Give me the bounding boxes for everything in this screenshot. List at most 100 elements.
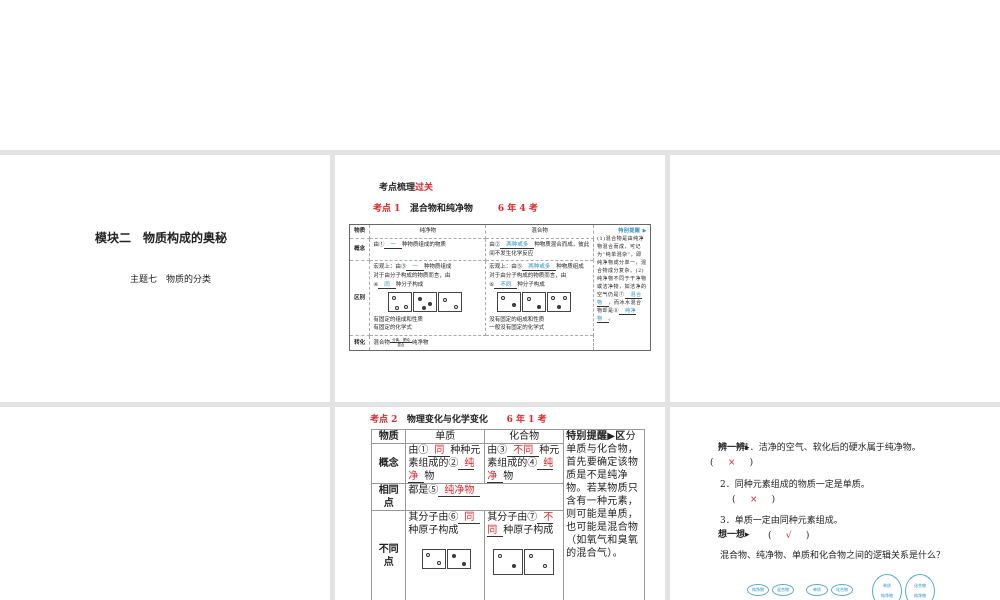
slide2-row-diff-mix-l2: 对于由分子构成的物质而言，由 (489, 273, 567, 280)
slide5-point-title: 物理变化与化学变化 (406, 415, 488, 425)
slide6-diagram-2: 单质 (806, 584, 828, 596)
slide2-row-concept-mix-blank: 两种或多 (500, 241, 535, 249)
slide2-row-diff-pure-l4: 有固定的组成和性质 (373, 316, 423, 323)
slide2-section: 考点梳理 (379, 183, 416, 193)
slide5-diff-comp-pre: 其分子由⑦ (487, 512, 538, 523)
slide2-row-diff-pure-l1-pre: 宏观上：由③ (373, 264, 407, 271)
slide2-row-convert-right: 纯净物 (411, 340, 429, 347)
molecule-diagrams (373, 290, 482, 316)
slide5-headers-1: 单质 (405, 429, 486, 444)
slide6-diagram-7: 纯净物 (914, 593, 926, 598)
slide5-same-blank: 纯净物 (438, 485, 481, 497)
point-heading: 考点 2 物理变化与化学变化 6 年 1 考 (370, 412, 547, 425)
slide2-row-diff-mix-l4: 没有固定的组成和性质 (489, 316, 545, 323)
slide2-row-diff-mix-l3-post: 种分子构成 (517, 281, 545, 288)
section-heading: 考点梳理过关 (379, 180, 433, 193)
slide2-section-red: 过关 (415, 183, 434, 193)
slide2-row-diff-pure-l5: 有固定的化学式 (373, 325, 412, 332)
slide5-headers-0: 物质 (370, 429, 407, 444)
slide5-single-post: 物 (424, 471, 435, 482)
slide2-row-diff-mix-l1-blank: 两种或多 (522, 264, 557, 272)
answer-3: ( √ ) (768, 531, 810, 541)
slide2-tip-end: 。 (608, 316, 615, 322)
slide2-row-diff-mix-l1-post: 种物质组成 (556, 264, 584, 271)
slide6-a1: × (727, 458, 736, 468)
slide6-diagram-3: 化合物 (831, 584, 853, 596)
slide2-point-title: 混合物和纯净物 (409, 204, 473, 214)
slide6-diagram-0: 纯净物 (747, 584, 769, 596)
slide-thumbnail-5[interactable]: 考点 2 物理变化与化学变化 6 年 1 考 物质 单质 化合物 特别提醒▶区分单质与… (335, 407, 665, 600)
tip-box: 特别提醒 ▶ (1)混合物是由纯净物混合而成，可记为“纯单混杂”，即纯净物成分单… (593, 223, 651, 352)
slide5-diff-single-blank: 同 (458, 512, 481, 524)
think-label: 想一想▸ (718, 530, 750, 540)
slide2-row-diff-label: 区别 (348, 260, 371, 337)
top-blank-area (0, 0, 1000, 150)
slide6-a3: √ (785, 531, 792, 541)
slide5-diff-single-pre: 其分子由⑥ (408, 512, 459, 523)
slide2-point-label: 考点 1 (373, 204, 401, 214)
slide5-comp-post: 物 (503, 471, 514, 482)
question-2: 2．同种元素组成的物质一定是单质。 (720, 480, 870, 490)
slide5-headers-2: 化合物 (484, 429, 565, 444)
slide5-diff-comp-post: 种原子构成 (503, 525, 554, 536)
slide5-point-label: 考点 2 (370, 415, 398, 425)
slide2-row-diff-mix-l1-pre: 宏观上：由⑤ (489, 264, 523, 271)
slide-thumbnail-3[interactable] (670, 155, 1000, 402)
slide5-single-b1: 同 (428, 445, 451, 457)
slide5-diff-single-post: 种原子构成 (408, 525, 459, 536)
slide5-tip-title: 特别提醒▶区 (566, 431, 626, 442)
slide6-a2: × (749, 495, 758, 505)
slide2-tip-text: (1)混合物是由纯净物混合而成，可记为“纯单混杂”，即纯净物成分单一，混合物成分… (597, 236, 647, 298)
slide5-single-pre: 由① (408, 445, 429, 456)
slide2-row-diff-pure-l2: 对于由分子构成的物质而言，由 (373, 273, 451, 280)
question-3: 3．单质一定由同种元素组成。 (720, 516, 843, 526)
pure-mixture-table: 物质 纯净物 混合物 特别提醒 ▶ (1)混合物是由纯净物混合而成，可记为“纯单混杂… (348, 223, 651, 352)
slide5-same-pre: 都是⑤ (408, 485, 439, 496)
slide2-row-concept-pure-pre: 由① (373, 241, 385, 248)
slide2-headers-2: 混合物 (485, 224, 595, 239)
slide2-row-concept-mix-pre: 由② (489, 241, 501, 248)
slide2-row-concept-label: 概念 (348, 237, 371, 262)
slide5-freq: 6 年 1 考 (506, 415, 547, 425)
question-1: 1．洁净的空气、软化后的硬水属于纯净物。 (744, 443, 921, 453)
slide2-row-convert-arrow-bottom: 混合 (397, 343, 405, 348)
slide-thumbnail-1[interactable]: 模块二 物质构成的奥秘 主题七 物质的分类 (0, 155, 330, 402)
slide2-freq: 6 年 4 考 (497, 204, 538, 214)
answer-1: ( × ) (710, 458, 754, 468)
slide-thumbnail-4[interactable] (0, 407, 330, 600)
slide2-tip-blank7-pre: ⑦ (619, 292, 625, 298)
slide2-row-diff-pure-l1-blank: 一 (406, 264, 424, 272)
slide2-row-diff-pure-l3-post: 种分子构成 (395, 281, 424, 288)
slide2-row-concept-pure-post: 种物质组成的物质 (401, 241, 446, 248)
slide6-diagram-5: 纯净物 (881, 593, 893, 598)
slide-thumbnail-2[interactable]: 考点梳理过关 考点 1 混合物和纯净物 6 年 4 考 物质 纯净物 混合物 特别提… (335, 155, 665, 402)
element-compound-table: 物质 单质 化合物 特别提醒▶区分单质与化合物，首先要确定该物质是不是纯净物。若某物质… (370, 429, 645, 600)
slide-thumbnail-6[interactable]: 辨一辨▸ 1．洁净的空气、软化后的硬水属于纯净物。 ( × ) 2．同种元素组成… (670, 407, 1000, 600)
topic-subtitle: 主题七 物质的分类 (130, 275, 212, 285)
answer-2: ( × ) (732, 495, 776, 505)
slide2-row-diff-mix-l3-blank: 不同 (494, 281, 518, 289)
slide5-comp-pre: 由③ (487, 445, 508, 456)
slide5-comp-b1: 不同 (507, 445, 540, 457)
slide2-row-convert-label: 转化 (348, 335, 371, 352)
slide2-headers-0: 物质 (348, 224, 371, 239)
molecule-diagrams (489, 290, 590, 316)
slide5-tip-text: 分单质与化合物，首先要确定该物质是不是纯净物。若某物质只含有一种元素，则可能是单… (566, 431, 639, 559)
slide5-diff-label: 不同点 (370, 510, 407, 600)
slide6-diagram-1: 混合物 (772, 584, 794, 596)
slide5-same-label: 相同点 (370, 483, 407, 511)
slide5-concept-label: 概念 (370, 443, 407, 484)
slide2-row-convert-left: 混合物 (373, 340, 390, 347)
slide2-headers-1: 纯净物 (369, 224, 487, 239)
slide2-row-diff-mix-l5: 一般没有固定的化学式 (489, 325, 545, 332)
slide6-diagram-6: 化合物 (914, 583, 926, 588)
slide2-tip-title: 特别提醒 ▶ (618, 228, 647, 234)
module-title: 模块二 物质构成的奥秘 (95, 231, 228, 245)
think-question: 混合物、纯净物、单质和化合物之间的逻辑关系是什么？ (720, 551, 946, 561)
point-heading: 考点 1 混合物和纯净物 6 年 4 考 (373, 201, 538, 214)
slide6-diagram-4: 单质 (883, 583, 891, 588)
slide2-row-concept-pure-blank: 一 (384, 241, 402, 249)
tip-box: 特别提醒▶区分单质与化合物，首先要确定该物质是不是纯净物。若某物质只含有一种元素… (563, 429, 645, 600)
slide2-row-diff-pure-l3-blank: 同 (378, 281, 396, 289)
slide5-comp-b2-pre: ④ (527, 458, 538, 469)
